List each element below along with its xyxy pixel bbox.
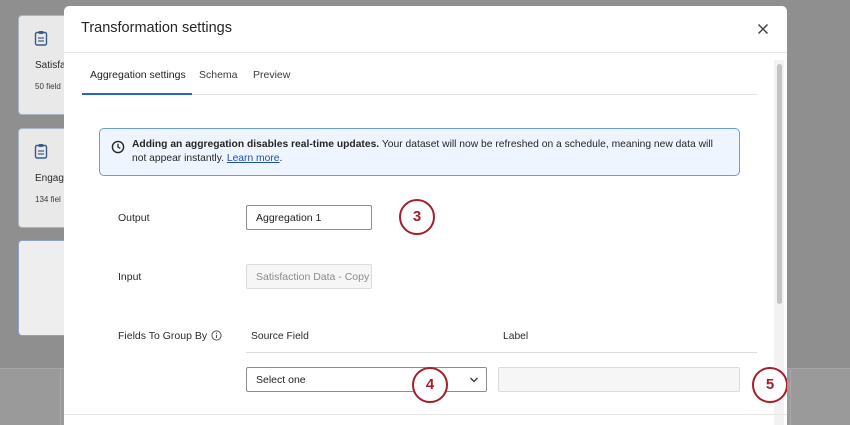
label-column-header: Label <box>503 331 529 342</box>
step-badge: 3 <box>399 199 435 235</box>
group-by-label-text: Fields To Group By <box>118 330 208 342</box>
source-field-select[interactable]: Select one <box>246 367 487 392</box>
background-card-subtitle: 50 field <box>35 82 61 91</box>
info-icon[interactable] <box>211 330 222 341</box>
tab-aggregation-settings[interactable]: Aggregation settings <box>90 69 186 81</box>
settings-tabs: Aggregation settings Schema Preview <box>82 53 757 95</box>
column-divider <box>246 352 757 353</box>
alert-bold-text: Adding an aggregation disables real-time… <box>132 139 380 150</box>
modal-title: Transformation settings <box>81 20 232 36</box>
alert-trailing: . <box>279 153 283 164</box>
output-label: Output <box>118 212 150 224</box>
clipboard-icon <box>34 31 48 46</box>
select-value: Select one <box>256 374 306 386</box>
background-card-title: Engag <box>35 173 64 184</box>
label-input[interactable] <box>498 367 740 392</box>
clipboard-icon <box>34 144 48 159</box>
active-tab-indicator <box>82 93 192 95</box>
scrollbar-thumb[interactable] <box>777 64 782 304</box>
input-label: Input <box>118 271 142 283</box>
tab-preview[interactable]: Preview <box>253 69 290 81</box>
learn-more-link[interactable]: Learn more <box>227 153 280 164</box>
modal-header: Transformation settings <box>64 6 787 53</box>
alert-message: Adding an aggregation disables real-time… <box>132 138 730 166</box>
step-badge: 4 <box>412 367 448 403</box>
step-badge: 5 <box>752 367 787 403</box>
close-icon[interactable] <box>754 20 772 38</box>
chevron-down-icon <box>470 377 478 383</box>
info-alert: Adding an aggregation disables real-time… <box>99 128 740 176</box>
source-field-column-header: Source Field <box>251 331 309 342</box>
background-card-subtitle: 134 fiel <box>35 195 61 204</box>
group-by-label: Fields To Group By <box>118 330 222 342</box>
clock-icon <box>111 140 125 154</box>
background-divider <box>790 369 791 425</box>
output-name-input[interactable] <box>246 205 372 230</box>
transformation-settings-modal: Transformation settings Aggregation sett… <box>64 6 787 425</box>
modal-footer-divider <box>64 414 787 415</box>
background-divider <box>60 369 61 425</box>
input-source-field <box>246 264 372 289</box>
background-card-title: Satisfa <box>35 60 66 71</box>
tab-schema[interactable]: Schema <box>199 69 238 81</box>
